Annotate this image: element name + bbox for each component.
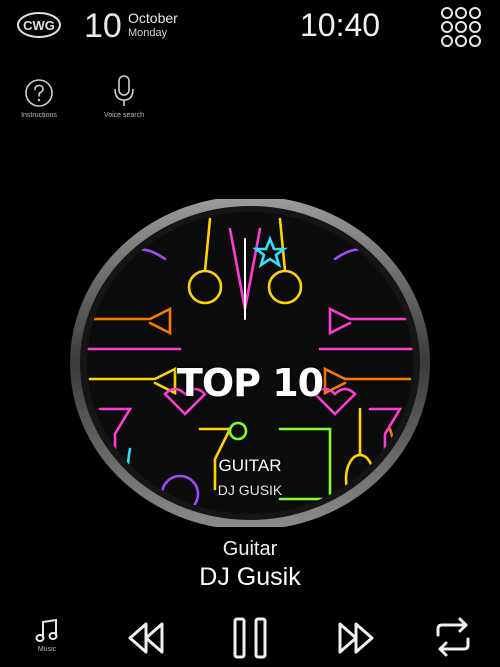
- help-circle-icon: [25, 79, 53, 107]
- date-weekday: Monday: [128, 27, 168, 39]
- date-month: October: [128, 10, 178, 26]
- rewind-icon[interactable]: [126, 621, 166, 655]
- album-genre: GUITAR: [218, 456, 282, 475]
- fast-forward-icon[interactable]: [336, 621, 376, 655]
- music-library-button[interactable]: Music: [28, 618, 66, 653]
- clock: 10:40: [300, 7, 381, 43]
- apps-grid-icon[interactable]: [440, 6, 482, 48]
- track-artist: DJ Gusik: [199, 563, 301, 591]
- track-title: Guitar: [222, 538, 278, 560]
- music-note-icon: [35, 618, 58, 642]
- cwg-logo: CWG: [17, 12, 61, 38]
- voice-search-label: Voice search: [103, 112, 145, 119]
- voice-search-button[interactable]: Voice search: [98, 74, 150, 119]
- repeat-icon[interactable]: [434, 617, 472, 657]
- instructions-button[interactable]: Instructions: [14, 78, 64, 119]
- date-day: 10: [84, 7, 122, 45]
- album-cover-title: TOP 10: [176, 361, 324, 405]
- instructions-label: Instructions: [21, 112, 57, 119]
- music-label: Music: [37, 646, 57, 653]
- album-artist: DJ GUSIK: [217, 482, 283, 498]
- pause-icon[interactable]: [232, 616, 268, 660]
- microphone-icon: [114, 75, 134, 106]
- logo-text: CWG: [23, 18, 55, 33]
